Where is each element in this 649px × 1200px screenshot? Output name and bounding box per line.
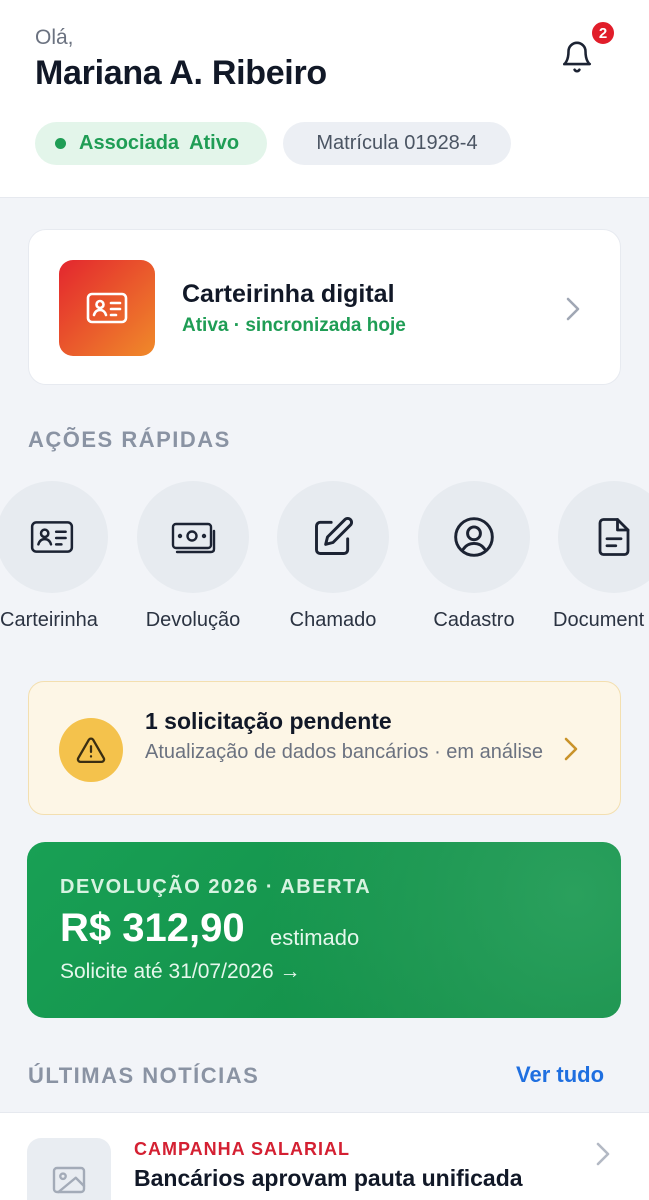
refund-card[interactable]: DEVOLUÇÃO 2026 · ABERTA R$ 312,90 estima… — [27, 842, 621, 1018]
quick-action-label: Cadastro — [433, 609, 515, 631]
digital-card-title: Carteirinha digital — [182, 280, 395, 308]
id-card-icon — [86, 292, 128, 324]
quick-action-chamado[interactable]: Chamado — [277, 481, 389, 631]
warning-icon-circle — [59, 718, 123, 782]
image-icon — [52, 1166, 86, 1194]
status-dot — [55, 138, 66, 149]
money-icon — [171, 522, 216, 554]
news-title: ÚLTIMAS NOTÍCIAS — [28, 1063, 260, 1088]
warning-icon — [76, 737, 106, 763]
digital-card-status: Ativa · sincronizada hoje — [182, 315, 406, 336]
quick-action-carteirinha[interactable]: Carteirinha — [0, 481, 108, 631]
edit-icon — [315, 517, 353, 555]
news-item[interactable]: CAMPANHA SALARIAL Bancários aprovam paut… — [0, 1112, 649, 1200]
document-icon — [598, 518, 630, 556]
digital-card-tile — [59, 260, 155, 356]
pending-title: 1 solicitação pendente — [145, 708, 392, 734]
refund-amount-note: estimado — [270, 925, 360, 950]
registration-badge: Matrícula 01928-4 — [283, 122, 511, 165]
news-headline: Bancários aprovam pauta unificada — [134, 1165, 523, 1191]
quick-action-circle — [0, 481, 108, 593]
quick-action-circle — [558, 481, 649, 593]
notification-badge: 2 — [590, 20, 616, 46]
chevron-right-icon — [566, 297, 580, 321]
bell-icon — [562, 41, 592, 73]
refund-amount: R$ 312,90 — [60, 906, 245, 950]
refund-deadline-link[interactable]: Solicite até 31/07/2026 → — [60, 960, 301, 984]
user-name: Mariana A. Ribeiro — [35, 54, 327, 92]
status-label: Associada — [79, 132, 180, 154]
quick-action-circle — [418, 481, 530, 593]
news-thumbnail — [27, 1138, 111, 1200]
quick-action-label: Document — [553, 609, 645, 631]
pending-request-card[interactable]: 1 solicitação pendente Atualização de da… — [28, 681, 621, 815]
user-circle-icon — [454, 517, 494, 557]
see-all-link[interactable]: Ver tudo — [516, 1062, 604, 1088]
id-card-icon — [30, 521, 74, 553]
quick-action-circle — [277, 481, 389, 593]
pending-description: Atualização de dados bancários · em anál… — [145, 741, 544, 763]
status-value: Ativo — [189, 132, 240, 154]
header: Olá, Mariana A. Ribeiro 2 Associada Ativ… — [0, 0, 649, 198]
quick-action-devolucao[interactable]: Devolução — [137, 481, 249, 631]
greeting: Olá, — [35, 26, 74, 49]
chevron-right-icon — [596, 1142, 610, 1166]
quick-action-cadastro[interactable]: Cadastro — [418, 481, 530, 631]
chevron-right-icon — [564, 737, 578, 761]
quick-action-documentos[interactable]: Document — [553, 481, 649, 631]
quick-actions-title: AÇÕES RÁPIDAS — [28, 427, 231, 452]
quick-action-circle — [137, 481, 249, 593]
refund-eyebrow: DEVOLUÇÃO 2026 · ABERTA — [60, 876, 372, 898]
status-badge: Associada Ativo — [35, 122, 267, 165]
news-tag: CAMPANHA SALARIAL — [134, 1139, 350, 1159]
digital-card[interactable]: Carteirinha digital Ativa · sincronizada… — [28, 229, 621, 385]
